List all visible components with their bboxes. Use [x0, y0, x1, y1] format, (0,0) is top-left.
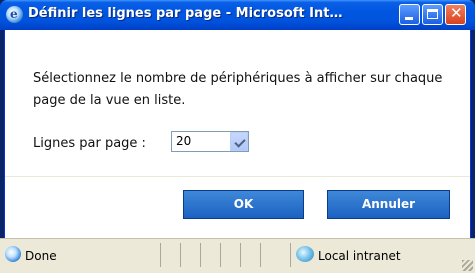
lines-per-page-label: Lignes par page :	[33, 136, 146, 151]
instruction-text: Sélectionnez le nombre de périphériques …	[33, 71, 443, 108]
ok-button[interactable]: OK	[183, 190, 304, 219]
close-button[interactable]: ✕	[445, 4, 466, 25]
minimize-button[interactable]	[399, 4, 420, 25]
lines-per-page-value: 20	[176, 134, 192, 148]
zone-text: Local intranet	[318, 249, 401, 263]
status-divider	[180, 243, 181, 267]
intranet-zone-icon	[296, 246, 314, 262]
title-bar[interactable]: e Définir les lignes par page - Microsof…	[0, 0, 475, 30]
status-divider	[260, 243, 261, 267]
chevron-down-icon[interactable]	[230, 132, 248, 151]
lines-per-page-select[interactable]: 20	[171, 131, 249, 152]
resize-grip[interactable]	[462, 260, 473, 271]
browser-dialog-window: e Définir les lignes par page - Microsof…	[0, 0, 475, 273]
status-divider	[200, 243, 201, 267]
window-title: Définir les lignes par page - Microsoft …	[28, 6, 343, 21]
page-status-icon	[5, 246, 21, 262]
close-icon: ✕	[450, 4, 463, 22]
maximize-button[interactable]	[422, 4, 443, 25]
status-text: Done	[25, 249, 57, 263]
status-bar: Done Local intranet	[0, 238, 475, 273]
divider	[5, 176, 470, 177]
dialog-content: Sélectionnez le nombre de périphériques …	[4, 30, 471, 238]
ie-icon: e	[6, 6, 23, 23]
status-divider	[290, 243, 291, 267]
cancel-button[interactable]: Annuler	[327, 190, 450, 219]
status-divider	[220, 243, 221, 267]
status-divider	[160, 243, 161, 267]
status-divider	[240, 243, 241, 267]
